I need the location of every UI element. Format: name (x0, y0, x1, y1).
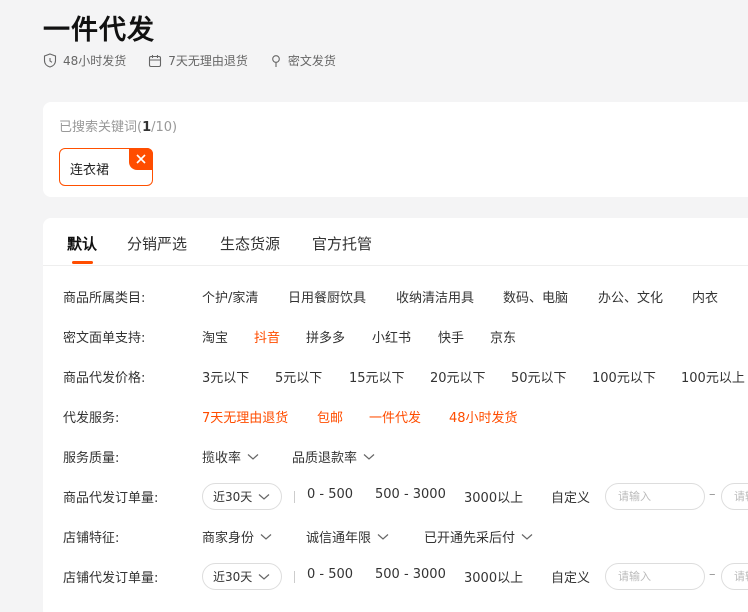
price-option[interactable]: 15元以下 (349, 367, 405, 386)
platform-option[interactable]: 淘宝 (202, 327, 228, 346)
chevron-down-icon (258, 493, 270, 500)
shop-period-select[interactable]: 近30天 (202, 563, 282, 590)
keyword-chip[interactable]: 连衣裙 (59, 148, 153, 186)
platform-option-selected[interactable]: 抖音 (254, 327, 280, 346)
filter-label: 店铺代发订单量: (63, 571, 159, 586)
category-option[interactable]: 数码、电脑 (503, 287, 568, 306)
keyword-chip-text: 连衣裙 (70, 163, 110, 178)
service-option[interactable]: 包邮 (317, 407, 343, 426)
calendar-icon (149, 54, 162, 67)
tab-official[interactable]: 官方托管 (312, 233, 372, 254)
price-option[interactable]: 5元以下 (275, 367, 322, 386)
clock-shield-icon (43, 53, 57, 68)
filter-label: 商品代发订单量: (63, 491, 159, 506)
divider (294, 571, 295, 583)
platform-option[interactable]: 小红书 (372, 327, 411, 346)
filter-label: 商品代发价格: (63, 371, 146, 386)
close-icon (136, 154, 146, 164)
pickup-rate-dropdown[interactable]: 揽收率 (202, 447, 259, 466)
shop-orders-max-input[interactable] (721, 563, 748, 590)
order-range-option[interactable]: 0 - 500 (307, 487, 353, 502)
filter-row-shop-features: 店铺特征: 商家身份 诚信通年限 已开通先采后付 (43, 524, 748, 548)
category-option[interactable]: 收纳清洁用具 (396, 287, 474, 306)
order-range-option[interactable]: 3000以上 (464, 567, 523, 586)
pin-icon (272, 54, 280, 67)
order-range-option[interactable]: 500 - 3000 (375, 567, 446, 582)
price-option[interactable]: 50元以下 (511, 367, 567, 386)
tab-bar: 默认 分销严选 生态货源 官方托管 (43, 218, 748, 266)
refund-rate-dropdown[interactable]: 品质退款率 (292, 447, 375, 466)
price-option[interactable]: 3元以下 (202, 367, 249, 386)
filter-row-quality: 服务质量: 揽收率 品质退款率 (43, 444, 748, 468)
platform-option[interactable]: 快手 (438, 327, 464, 346)
filter-row-service: 代发服务: 7天无理由退货 包邮 一件代发 48小时发货 (43, 404, 748, 428)
filter-row-shop-orders: 店铺代发订单量: 近30天 0 - 500 500 - 3000 3000以上 … (43, 563, 748, 590)
shop-orders-min-input[interactable] (605, 563, 705, 590)
page-header: 一件代发 48小时发货 7天无理由退货 密文发货 (0, 0, 748, 90)
feature-7day-return: 7天无理由退货 (148, 52, 248, 69)
price-option[interactable]: 100元以下 (592, 367, 656, 386)
chevron-down-icon (247, 453, 259, 460)
filter-row-category: 商品所属类目: 个护/家清 日用餐厨饮具 收纳清洁用具 数码、电脑 办公、文化 … (43, 284, 748, 308)
filter-label: 服务质量: (63, 451, 120, 466)
page-title: 一件代发 (43, 15, 155, 46)
membership-years-dropdown[interactable]: 诚信通年限 (306, 527, 389, 546)
active-tab-indicator (72, 261, 93, 264)
feature-label: 密文发货 (287, 54, 336, 68)
order-range-option[interactable]: 500 - 3000 (375, 487, 446, 502)
filter-row-platform: 密文面单支持: 淘宝 抖音 拼多多 小红书 快手 京东 (43, 324, 748, 348)
platform-option[interactable]: 京东 (490, 327, 516, 346)
platform-option[interactable]: 拼多多 (306, 327, 345, 346)
order-range-option[interactable]: 3000以上 (464, 487, 523, 506)
feature-list: 48小时发货 7天无理由退货 密文发货 (43, 52, 358, 69)
search-history-card: 已搜索关键词(1/10) 连衣裙 (43, 102, 748, 197)
searched-keywords-label: 已搜索关键词(1/10) (59, 120, 178, 135)
feature-label: 48小时发货 (63, 54, 127, 68)
tab-default[interactable]: 默认 (67, 233, 97, 254)
chevron-down-icon (521, 533, 533, 540)
filter-label: 商品所属类目: (63, 291, 146, 306)
service-option[interactable]: 一件代发 (369, 407, 421, 426)
custom-range-label: 自定义 (551, 491, 591, 506)
feature-encrypted-shipping: 密文发货 (270, 52, 336, 69)
price-option[interactable]: 100元以上 (681, 367, 745, 386)
filter-row-product-orders: 商品代发订单量: 近30天 0 - 500 500 - 3000 3000以上 … (43, 483, 748, 510)
price-option[interactable]: 20元以下 (430, 367, 486, 386)
category-option[interactable]: 个护/家清 (202, 287, 258, 306)
chevron-down-icon (260, 533, 272, 540)
buy-now-pay-later-dropdown[interactable]: 已开通先采后付 (424, 527, 533, 546)
divider (294, 491, 295, 503)
range-dash: – (709, 487, 716, 502)
chevron-down-icon (258, 573, 270, 580)
category-option[interactable]: 内衣 (692, 287, 718, 306)
feature-label: 7天无理由退货 (168, 54, 248, 68)
feature-48h: 48小时发货 (43, 52, 126, 69)
chevron-down-icon (363, 453, 375, 460)
custom-range-label: 自定义 (551, 571, 591, 586)
service-option[interactable]: 7天无理由退货 (202, 407, 288, 426)
filter-label: 店铺特征: (63, 531, 120, 546)
range-dash: – (709, 567, 716, 582)
filter-panel: 默认 分销严选 生态货源 官方托管 商品所属类目: 个护/家清 日用餐厨饮具 收… (43, 218, 748, 612)
order-range-option[interactable]: 0 - 500 (307, 567, 353, 582)
tab-curated[interactable]: 分销严选 (127, 233, 187, 254)
filter-label: 代发服务: (63, 411, 120, 426)
chevron-down-icon (377, 533, 389, 540)
tab-ecosystem[interactable]: 生态货源 (220, 233, 280, 254)
product-orders-min-input[interactable] (605, 483, 705, 510)
category-option[interactable]: 日用餐厨饮具 (288, 287, 366, 306)
product-orders-max-input[interactable] (721, 483, 748, 510)
category-option[interactable]: 办公、文化 (598, 287, 663, 306)
merchant-identity-dropdown[interactable]: 商家身份 (202, 527, 272, 546)
service-option[interactable]: 48小时发货 (449, 407, 518, 426)
filter-row-price: 商品代发价格: 3元以下 5元以下 15元以下 20元以下 50元以下 100元… (43, 364, 748, 388)
remove-keyword-button[interactable] (129, 148, 153, 170)
filter-label: 密文面单支持: (63, 331, 146, 346)
product-period-select[interactable]: 近30天 (202, 483, 282, 510)
